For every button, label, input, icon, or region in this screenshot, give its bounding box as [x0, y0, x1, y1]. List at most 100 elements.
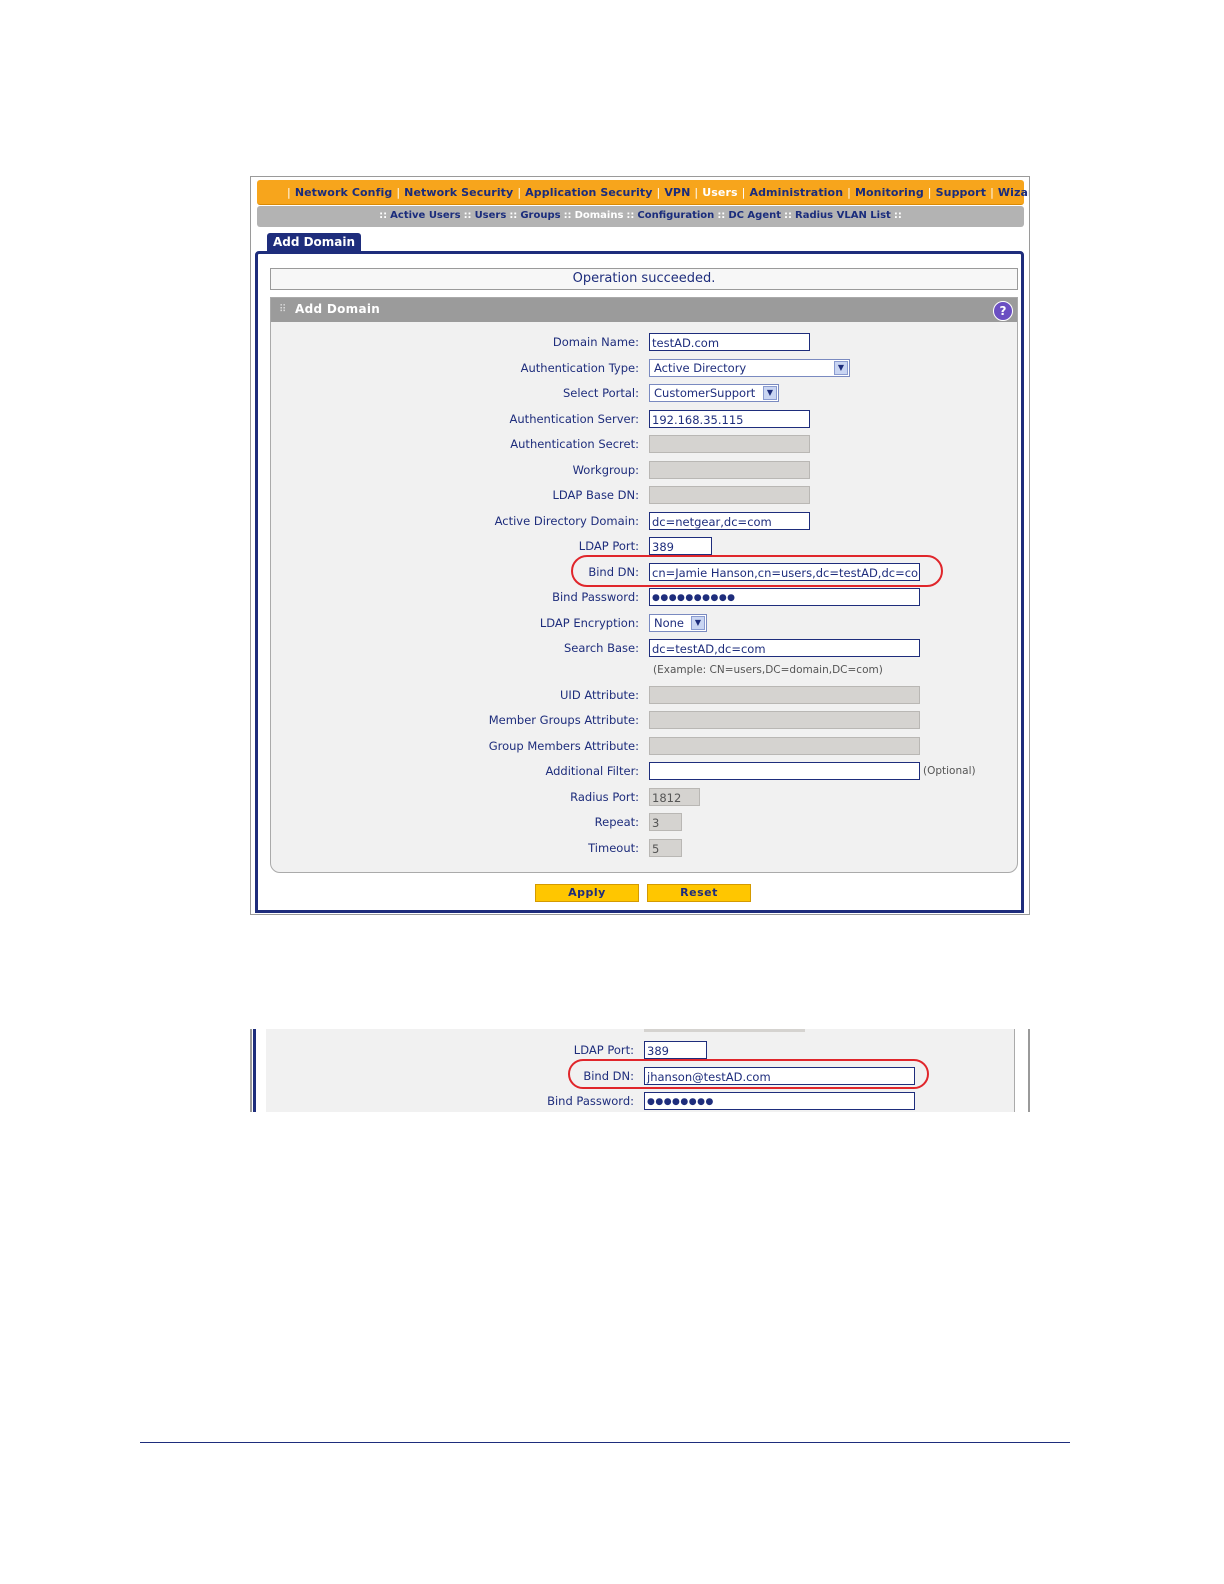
- ldap-encryption-select[interactable]: None ▼: [649, 614, 707, 632]
- grip-icon: ⠿: [279, 304, 287, 315]
- bind-dn-highlight-ring: [571, 555, 943, 587]
- ldap-encryption-label: LDAP Encryption:: [539, 616, 639, 630]
- sub-nav-bar: :: Active Users:: Users:: Groups:: Domains::…: [257, 206, 1024, 227]
- radius-port-label: Radius Port:: [570, 790, 639, 804]
- ldap-encryption-value: None: [654, 616, 685, 630]
- subnav-active-users[interactable]: Active Users: [387, 210, 463, 221]
- frame-right-edge: [1014, 1029, 1030, 1112]
- snippet-bind-password-input[interactable]: ●●●●●●●●: [644, 1092, 915, 1110]
- subnav-configuration[interactable]: Configuration: [634, 210, 717, 221]
- select-portal-value: CustomerSupport: [654, 386, 756, 400]
- workgroup-label: Workgroup:: [572, 463, 639, 477]
- row-group-members-attribute: Group Members Attribute:: [271, 737, 1017, 757]
- timeout-label: Timeout:: [588, 841, 639, 855]
- snippet-row-ldap-port: LDAP Port: 389: [266, 1041, 1012, 1061]
- uid-attribute-label: UID Attribute:: [560, 688, 639, 702]
- domain-name-input[interactable]: testAD.com: [649, 333, 810, 351]
- row-ldap-encryption: LDAP Encryption: None ▼: [271, 614, 1017, 634]
- bind-password-input[interactable]: ●●●●●●●●●●: [649, 588, 920, 606]
- additional-filter-input[interactable]: [649, 762, 920, 780]
- row-auth-server: Authentication Server: 192.168.35.115: [271, 410, 1017, 430]
- snippet-ldap-port-label: LDAP Port:: [573, 1043, 634, 1057]
- apply-button[interactable]: Apply: [535, 884, 639, 902]
- auth-type-value: Active Directory: [654, 361, 747, 375]
- row-search-base-example: (Example: CN=users,DC=domain,DC=com): [271, 662, 1017, 682]
- snippet-bind-dn-highlight-ring: [568, 1059, 929, 1089]
- add-domain-panel: ⠿ Add Domain ? Domain Name: testAD.com A…: [270, 297, 1018, 873]
- row-timeout: Timeout: 5: [271, 839, 1017, 859]
- row-ad-domain: Active Directory Domain: dc=netgear,dc=c…: [271, 512, 1017, 532]
- search-base-label: Search Base:: [563, 641, 639, 655]
- auth-server-label: Authentication Server:: [509, 412, 639, 426]
- domain-name-label: Domain Name:: [552, 335, 639, 349]
- nav-support[interactable]: Support: [932, 186, 990, 199]
- subnav-radius-vlan-list[interactable]: Radius VLAN List: [792, 210, 894, 221]
- nav-application-security[interactable]: Application Security: [521, 186, 656, 199]
- ldap-port-label: LDAP Port:: [578, 539, 639, 553]
- repeat-input: 3: [649, 813, 682, 831]
- ldap-port-input[interactable]: 389: [649, 537, 712, 555]
- search-base-example: (Example: CN=users,DC=domain,DC=com): [653, 664, 883, 676]
- row-repeat: Repeat: 3: [271, 813, 1017, 833]
- nav-monitoring[interactable]: Monitoring: [851, 186, 928, 199]
- radius-port-input: 1812: [649, 788, 700, 806]
- group-members-attribute-input: [649, 737, 920, 755]
- additional-filter-label: Additional Filter:: [545, 764, 639, 778]
- chevron-down-icon: ▼: [763, 386, 777, 400]
- add-domain-screenshot: | Network Config | Network Security | Applica…: [250, 176, 1030, 915]
- snippet-row-bind-password: Bind Password: ●●●●●●●●: [266, 1092, 1012, 1112]
- page-footer-rule: [140, 1442, 1070, 1443]
- uid-attribute-input: [649, 686, 920, 704]
- ldap-base-dn-label: LDAP Base DN:: [552, 488, 639, 502]
- row-ldap-base-dn: LDAP Base DN:: [271, 486, 1017, 506]
- nav-wizards[interactable]: Wizards: [994, 186, 1029, 199]
- row-select-portal: Select Portal: CustomerSupport ▼: [271, 384, 1017, 404]
- member-groups-attribute-label: Member Groups Attribute:: [488, 713, 639, 727]
- status-message: Operation succeeded.: [270, 268, 1018, 290]
- additional-filter-optional-hint: (Optional): [923, 765, 976, 777]
- snippet-ldap-port-input[interactable]: 389: [644, 1041, 707, 1059]
- nav-administration[interactable]: Administration: [745, 186, 847, 199]
- repeat-label: Repeat:: [594, 815, 639, 829]
- row-member-groups-attribute: Member Groups Attribute:: [271, 711, 1017, 731]
- snippet-bind-password-label: Bind Password:: [547, 1094, 634, 1108]
- nav-network-config[interactable]: Network Config: [291, 186, 397, 199]
- auth-type-label: Authentication Type:: [520, 361, 639, 375]
- row-bind-password: Bind Password: ●●●●●●●●●●: [271, 588, 1017, 608]
- workgroup-input: [649, 461, 810, 479]
- row-additional-filter: Additional Filter: (Optional): [271, 762, 1017, 782]
- chevron-down-icon: ▼: [691, 616, 705, 630]
- ad-domain-label: Active Directory Domain:: [494, 514, 639, 528]
- auth-server-input[interactable]: 192.168.35.115: [649, 410, 810, 428]
- subnav-groups[interactable]: Groups: [517, 210, 563, 221]
- chevron-down-icon: ▼: [834, 361, 848, 375]
- row-ldap-port: LDAP Port: 389: [271, 537, 1017, 557]
- help-icon[interactable]: ?: [993, 301, 1013, 321]
- reset-button[interactable]: Reset: [647, 884, 751, 902]
- main-nav-bar: | Network Config | Network Security | Applica…: [257, 180, 1029, 205]
- row-search-base: Search Base: dc=testAD,dc=com: [271, 639, 1017, 659]
- bind-password-label: Bind Password:: [552, 590, 639, 604]
- search-base-input[interactable]: dc=testAD,dc=com: [649, 639, 920, 657]
- cropped-field-above: [644, 1029, 805, 1032]
- ad-domain-input[interactable]: dc=netgear,dc=com: [649, 512, 810, 530]
- nav-network-security[interactable]: Network Security: [400, 186, 517, 199]
- ldap-base-dn-input: [649, 486, 810, 504]
- tab-add-domain[interactable]: Add Domain: [267, 233, 361, 252]
- select-portal-label: Select Portal:: [562, 386, 639, 400]
- row-radius-port: Radius Port: 1812: [271, 788, 1017, 808]
- auth-secret-input: [649, 435, 810, 453]
- row-auth-secret: Authentication Secret:: [271, 435, 1017, 455]
- subnav-dc-agent[interactable]: DC Agent: [725, 210, 784, 221]
- subnav-domains[interactable]: Domains: [572, 210, 627, 221]
- group-members-attribute-label: Group Members Attribute:: [488, 739, 639, 753]
- subnav-users[interactable]: Users: [472, 210, 510, 221]
- auth-secret-label: Authentication Secret:: [510, 437, 639, 451]
- row-auth-type: Authentication Type: Active Directory ▼: [271, 359, 1017, 379]
- nav-users[interactable]: Users: [698, 186, 741, 199]
- nav-vpn[interactable]: VPN: [660, 186, 694, 199]
- select-portal-select[interactable]: CustomerSupport ▼: [649, 384, 779, 402]
- auth-type-select[interactable]: Active Directory ▼: [649, 359, 850, 377]
- row-domain-name: Domain Name: testAD.com: [271, 333, 1017, 353]
- content-frame: Operation succeeded. ⠿ Add Domain ? Doma…: [255, 251, 1024, 913]
